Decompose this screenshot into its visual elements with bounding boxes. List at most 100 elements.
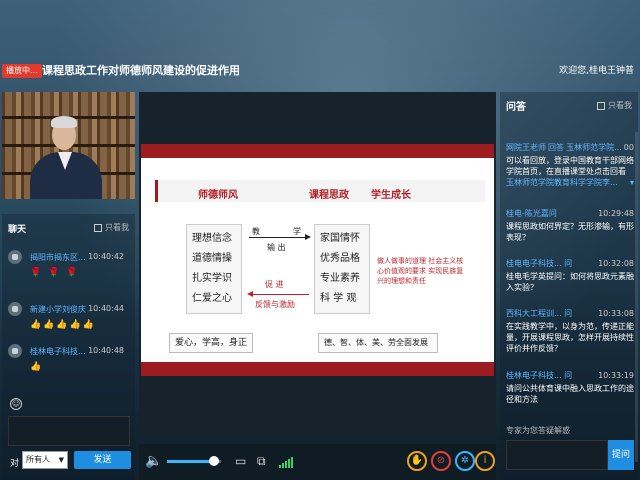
- signal-bar: [285, 461, 287, 468]
- slide-heading-growth: 学生成长: [371, 190, 411, 201]
- screen-icon[interactable]: ⧉: [257, 453, 266, 469]
- player-controls: 🔈 ▭ ⧉ ✋ ⊘ ✲ i: [139, 444, 496, 480]
- right-arrow-icon: [249, 234, 311, 240]
- feedback-label: 反馈与激励: [255, 300, 295, 309]
- qa-panel: 问答 只看我 网院王老师 回答 玉林师范学院... 00 可以看回放，登录中国教…: [500, 92, 638, 480]
- student-development-box: 德、智、体、美、劳全面发展: [318, 333, 438, 353]
- signal-bar: [282, 463, 284, 468]
- qa-answer-label: 回答: [548, 143, 565, 152]
- presenter-hair: [51, 116, 77, 128]
- recipient-value: 所有人: [26, 455, 50, 464]
- top-bar: 播放中... 课程思政工作对师德师风建设的促进作用 欢迎您,桂电王钟普: [0, 58, 640, 84]
- chevron-down-icon[interactable]: ▾: [630, 177, 634, 188]
- presentation-slide: 师德师风 课程思政 学生成长 理想信念 道德情操 扎实学识 仁爱之心 家国情怀 …: [141, 144, 494, 376]
- qa-author[interactable]: 桂林电子科技... 问: [506, 370, 572, 381]
- info-icon[interactable]: i: [475, 451, 495, 471]
- qa-title: 问答: [506, 102, 526, 113]
- recipient-label: 对: [10, 459, 20, 469]
- chat-sender[interactable]: 新建小学刘俊庆: [30, 304, 86, 315]
- chat-content: 👍: [30, 362, 44, 372]
- signal-strength-icon: [279, 456, 293, 468]
- qa-time: 00: [623, 143, 634, 152]
- slide-red-note: 做人做事的道理 社会主义核心价值观的要求 实现民族复兴的理想和责任: [377, 257, 464, 285]
- outcome-item: 专业素养: [320, 273, 360, 284]
- teacher-traits-box: 爱心，学高，身正: [169, 333, 253, 353]
- mute-icon[interactable]: ⊘: [431, 451, 451, 471]
- chat-panel: 聊天 只看我 揭阳市揭东区... 10:40:42 🌹 🌹 🌹 新建小学刘俊庆 …: [2, 214, 135, 480]
- settings-icon[interactable]: ✲: [455, 451, 475, 471]
- chat-input[interactable]: [8, 416, 130, 446]
- promote-label: 促 进: [265, 280, 284, 289]
- qa-time: 10:33:08: [598, 309, 634, 318]
- camera-icon[interactable]: ▭: [235, 453, 246, 469]
- slide-heading-ideology: 课程思政: [309, 190, 349, 201]
- slide-stage: 师德师风 课程思政 学生成长 理想信念 道德情操 扎实学识 仁爱之心 家国情怀 …: [139, 92, 496, 437]
- qa-text: 桂电毛学英提问：如何将思政元素融入实验？: [506, 272, 634, 292]
- signal-bar: [279, 465, 281, 468]
- avatar: [8, 302, 22, 316]
- recipient-select[interactable]: 所有人 ▼: [22, 451, 68, 469]
- qa-time: 10:32:08: [598, 259, 634, 268]
- chat-content: 🌹 🌹 🌹: [30, 268, 80, 278]
- qa-answer-item: 网院王老师 回答 玉林师范学院... 00 可以看回放，登录中国教育干部网络学院…: [506, 142, 634, 188]
- chat-content: 👍👍👍👍👍: [30, 320, 97, 330]
- left-arrow-icon: [247, 291, 309, 297]
- teacher-camera-video[interactable]: [2, 92, 135, 199]
- raise-hand-icon[interactable]: ✋: [407, 451, 427, 471]
- qa-meta: 桂电电子科技... 问 10:32:08: [506, 258, 634, 269]
- qa-question-item: 西科大工程训... 问 10:33:08 在实践教学中，以身为范，传递正能量，开…: [506, 308, 634, 354]
- chevron-down-icon: ▼: [58, 456, 64, 464]
- qa-author[interactable]: 桂电电子科技... 问: [506, 258, 572, 269]
- qa-author[interactable]: 网院王老师: [506, 142, 546, 153]
- checkbox-icon[interactable]: [94, 223, 102, 232]
- qa-input[interactable]: [506, 440, 608, 470]
- qa-scrollbar[interactable]: [635, 132, 638, 462]
- checkbox-icon[interactable]: [597, 101, 605, 110]
- send-button[interactable]: 发送: [74, 451, 131, 469]
- volume-icon[interactable]: 🔈: [145, 453, 162, 469]
- course-title: 课程思政工作对师德师风建设的促进作用: [42, 64, 240, 77]
- ask-button[interactable]: 提问: [608, 440, 634, 470]
- qa-input-placeholder: 专家为您答疑解惑: [506, 426, 570, 435]
- qa-time: 10:33:19: [598, 371, 634, 380]
- chat-sender[interactable]: 揭阳市揭东区...: [30, 252, 86, 263]
- qa-meta: 西科大工程训... 问 10:33:08: [506, 308, 634, 319]
- outcome-item: 优秀品格: [320, 253, 360, 264]
- quality-item: 扎实学识: [192, 273, 232, 284]
- live-status-badge: 播放中...: [2, 64, 42, 78]
- qa-author[interactable]: 西科大工程训... 问: [506, 308, 572, 319]
- volume-fill: [167, 460, 213, 463]
- volume-slider-handle[interactable]: [209, 456, 219, 466]
- qa-meta: 网院王老师 回答 玉林师范学院... 00: [506, 142, 634, 153]
- welcome-user[interactable]: 欢迎您,桂电王钟普: [559, 65, 634, 77]
- signal-bar: [288, 459, 290, 468]
- chat-time: 10:40:42: [88, 252, 124, 261]
- chat-sender[interactable]: 桂林电子科技...: [30, 346, 86, 357]
- chat-time: 10:40:48: [88, 346, 124, 355]
- qa-question-item: 桂电电子科技... 问 10:32:08 桂电毛学英提问：如何将思政元素融入实验…: [506, 258, 634, 293]
- qa-text: 可以看回放，登录中国教育干部网络学院首页，在直播课堂处点击回看: [506, 156, 634, 176]
- output-label: 输 出: [267, 243, 286, 252]
- outcome-item: 科 学 观: [320, 293, 357, 304]
- chat-only-me-label: 只看我: [105, 223, 129, 232]
- chat-title: 聊天: [8, 225, 27, 235]
- qa-text: 课程思政如何界定？无形渗输，有形表现？: [506, 222, 634, 242]
- quality-item: 理想信念: [192, 233, 232, 244]
- teach-label: 教: [252, 227, 260, 236]
- qa-only-me-toggle[interactable]: 只看我: [597, 100, 632, 111]
- qa-meta: 玉林师范学院教育科学学院李... ▾: [506, 177, 634, 188]
- qa-author[interactable]: 桂电-陈光嘉问: [506, 208, 557, 219]
- teacher-qualities-box: 理想信念 道德情操 扎实学识 仁爱之心: [186, 224, 242, 314]
- quality-item: 道德情操: [192, 253, 232, 264]
- emoji-icon[interactable]: ☺: [10, 398, 22, 410]
- avatar: [8, 344, 22, 358]
- qa-target: 玉林师范学院...: [566, 143, 622, 152]
- chat-only-me-toggle[interactable]: 只看我: [94, 222, 129, 233]
- quality-item: 仁爱之心: [192, 293, 232, 304]
- slide-heading-ethics: 师德师风: [198, 190, 238, 201]
- learn-label: 学: [293, 227, 301, 236]
- qa-author[interactable]: 玉林师范学院教育科学学院李...: [506, 177, 618, 188]
- qa-question-item: 桂电-陈光嘉问 10:29:48 课程思政如何界定？无形渗输，有形表现？: [506, 208, 634, 243]
- qa-only-me-label: 只看我: [608, 101, 632, 110]
- slide-bottom-band: [141, 362, 494, 376]
